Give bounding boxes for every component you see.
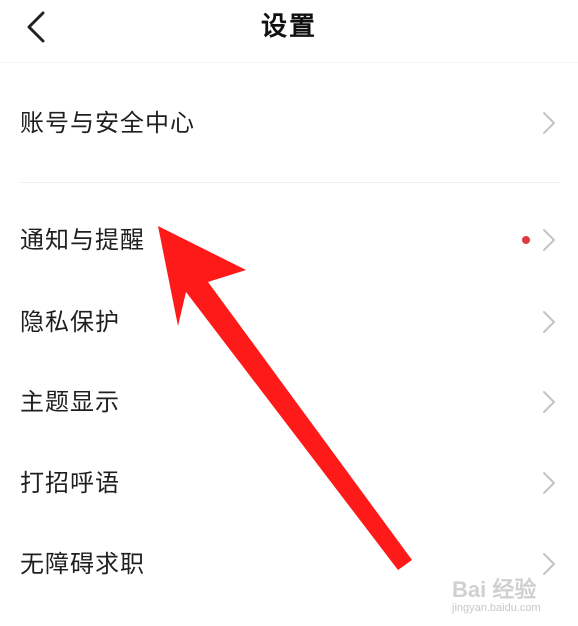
chevron-right-icon — [543, 553, 555, 575]
settings-item-label: 打招呼语 — [20, 469, 120, 497]
group-divider — [20, 182, 560, 183]
settings-item-label: 通知与提醒 — [20, 226, 145, 254]
settings-screen: 设置 账号与安全中心 通知与提醒 隐私保护 主题显示 打招呼语 无障碍求职 Ba… — [0, 0, 578, 626]
settings-item-greeting[interactable]: 打招呼语 — [0, 448, 578, 518]
chevron-right-icon — [543, 311, 555, 333]
chevron-right-icon — [543, 112, 555, 134]
settings-item-privacy[interactable]: 隐私保护 — [0, 287, 578, 357]
settings-item-accessibility[interactable]: 无障碍求职 — [0, 529, 578, 599]
settings-item-label: 隐私保护 — [20, 308, 120, 336]
page-title: 设置 — [260, 12, 317, 42]
nav-bar: 设置 — [0, 0, 578, 58]
settings-item-notifications[interactable]: 通知与提醒 — [0, 205, 578, 275]
nav-separator — [0, 62, 578, 63]
chevron-right-icon — [543, 391, 555, 413]
settings-item-label: 主题显示 — [20, 388, 120, 416]
settings-item-account-security[interactable]: 账号与安全中心 — [0, 88, 578, 158]
chevron-right-icon — [543, 229, 555, 251]
settings-item-label: 无障碍求职 — [20, 550, 145, 578]
settings-item-theme[interactable]: 主题显示 — [0, 367, 578, 437]
watermark-url: jingyan.baidu.com — [452, 602, 541, 614]
settings-item-label: 账号与安全中心 — [20, 109, 195, 137]
chevron-right-icon — [543, 472, 555, 494]
notification-badge-dot — [522, 236, 530, 244]
